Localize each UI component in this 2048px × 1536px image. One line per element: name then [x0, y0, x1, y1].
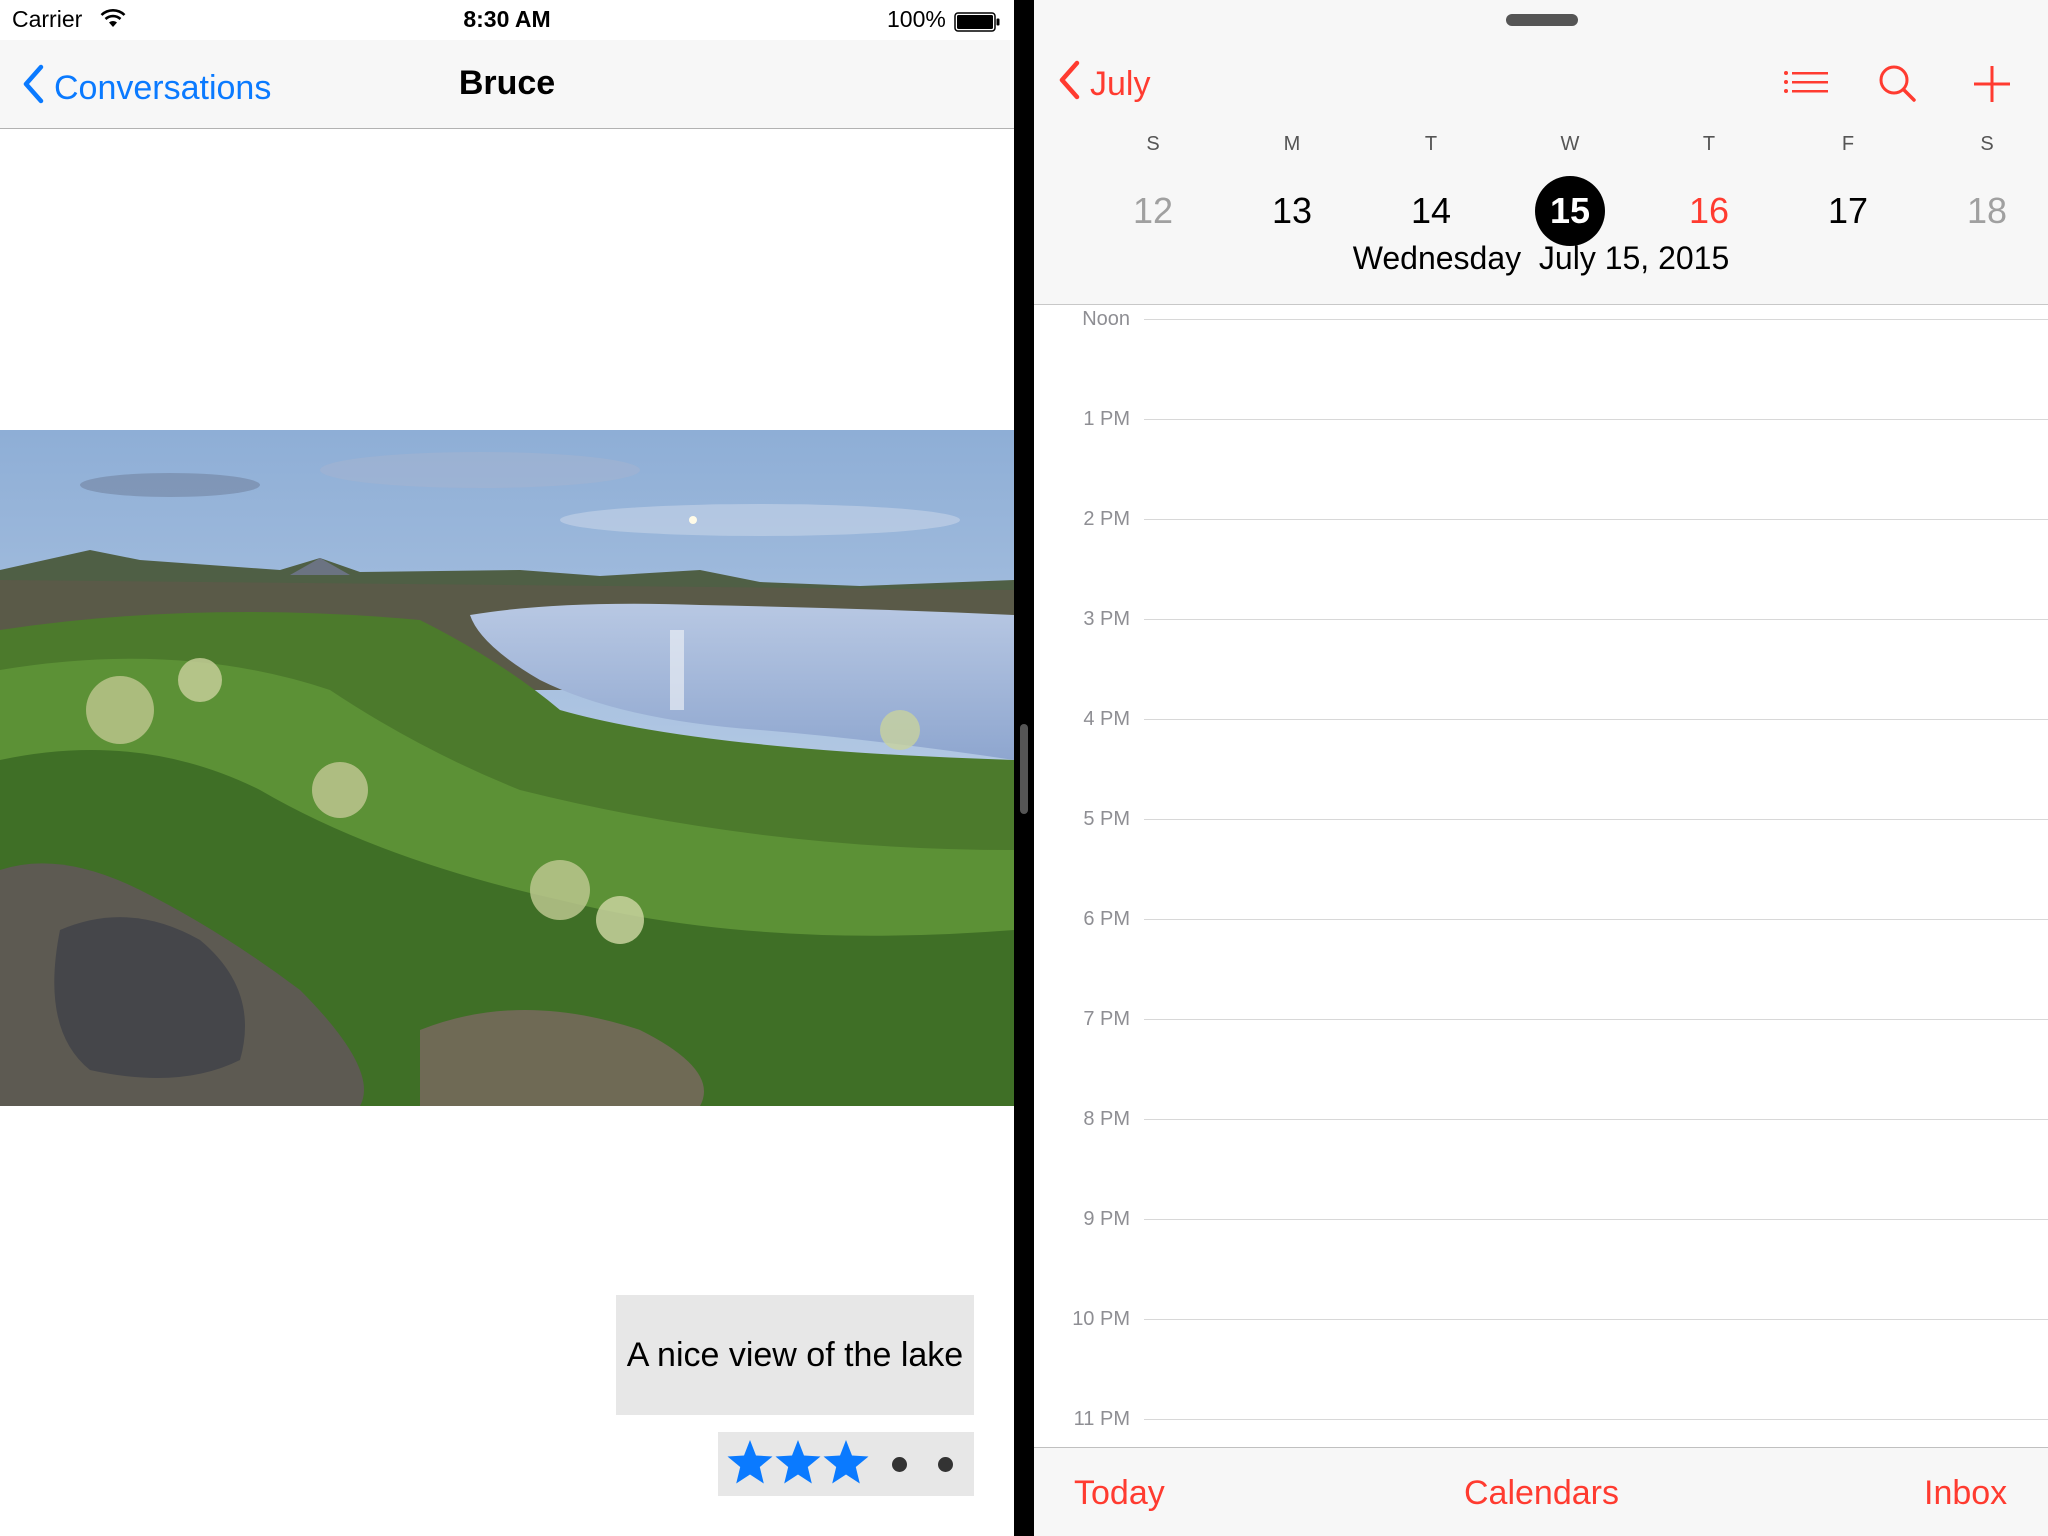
empty-rating-dot[interactable]: [938, 1456, 953, 1472]
day-18[interactable]: 18: [1952, 176, 2022, 246]
hour-label: 7 PM: [1083, 1008, 1130, 1030]
message-caption[interactable]: A nice view of the lake: [616, 1295, 974, 1415]
hour-row: 6 PM: [1034, 908, 2048, 930]
weekday-letter-wed: W: [1560, 133, 1580, 155]
hour-row: Noon: [1034, 308, 2048, 330]
hour-line: [1144, 1019, 2048, 1020]
hour-label: 2 PM: [1083, 508, 1130, 530]
list-icon[interactable]: [1780, 60, 1832, 108]
weekday-letter-sat: S: [1980, 133, 1994, 155]
hour-line: [1144, 1419, 2048, 1420]
plus-icon[interactable]: [1966, 60, 2018, 108]
back-button-month[interactable]: July: [1058, 60, 1150, 109]
empty-rating-dot[interactable]: [892, 1456, 907, 1472]
weekday-letter-tue: T: [1424, 133, 1438, 155]
status-bar: Carrier 8:30 AM 100%: [0, 0, 1014, 40]
hour-row: 3 PM: [1034, 608, 2048, 630]
hour-line: [1144, 519, 2048, 520]
hour-row: 2 PM: [1034, 508, 2048, 530]
day-timeline[interactable]: Noon 1 PM 2 PM 3 PM 4 PM 5 PM 6 PM 7 PM …: [1034, 305, 2048, 1447]
hour-label: 10 PM: [1072, 1308, 1130, 1330]
hour-label: 5 PM: [1083, 808, 1130, 830]
hour-line: [1144, 619, 2048, 620]
lake-photo[interactable]: [0, 430, 1014, 1106]
chevron-left-icon: [1058, 60, 1090, 109]
full-date-text: July 15, 2015: [1538, 240, 1730, 276]
today-button[interactable]: Today: [1074, 1474, 1165, 1513]
hour-label: 1 PM: [1083, 408, 1130, 430]
month-label: July: [1090, 65, 1151, 103]
day-17[interactable]: 17: [1813, 176, 1883, 246]
star-icon[interactable]: [774, 1438, 822, 1491]
conversation-title: Bruce: [458, 64, 556, 102]
calendar-app: July S M T W T F S 12 13 14 15 16 17 18 …: [1034, 0, 2048, 1536]
status-time: 8:30 AM: [463, 6, 551, 32]
star-icon[interactable]: [726, 1438, 774, 1491]
slide-over-grabber[interactable]: [1506, 14, 1578, 26]
navigation-bar: Conversations Bruce: [0, 40, 1014, 129]
hour-label: 4 PM: [1083, 708, 1130, 730]
weekday-letter-thu: T: [1702, 133, 1716, 155]
weekday-letter-fri: F: [1841, 133, 1855, 155]
hour-row: 7 PM: [1034, 1008, 2048, 1030]
hour-row: 11 PM: [1034, 1408, 2048, 1430]
split-view-divider[interactable]: [1014, 0, 1034, 1536]
hour-line: [1144, 719, 2048, 720]
hour-row: 10 PM: [1034, 1308, 2048, 1330]
calendar-tab-bar: Today Calendars Inbox: [1034, 1447, 2048, 1536]
hour-line: [1144, 1319, 2048, 1320]
messages-app: Carrier 8:30 AM 100% Conversations Bruce: [0, 0, 1014, 1536]
calendar-header: July S M T W T F S 12 13 14 15 16 17 18 …: [1034, 0, 2048, 305]
hour-label: 3 PM: [1083, 608, 1130, 630]
hour-line: [1144, 319, 2048, 320]
hour-label: 8 PM: [1083, 1108, 1130, 1130]
day-15-selected[interactable]: 15: [1535, 176, 1605, 246]
day-14[interactable]: 14: [1396, 176, 1466, 246]
weekday-letter-mon: M: [1283, 133, 1301, 155]
star-icon[interactable]: [822, 1438, 870, 1491]
weekday-letter-sun: S: [1146, 133, 1160, 155]
hour-line: [1144, 919, 2048, 920]
hour-line: [1144, 419, 2048, 420]
weekday-name: Wednesday: [1352, 240, 1522, 276]
hour-label: Noon: [1082, 308, 1130, 330]
hour-line: [1144, 819, 2048, 820]
hour-label: 9 PM: [1083, 1208, 1130, 1230]
battery-icon: [954, 11, 1000, 32]
selected-date-heading: Wednesday July 15, 2015: [1034, 240, 2048, 277]
hour-row: 5 PM: [1034, 808, 2048, 830]
day-16[interactable]: 16: [1674, 176, 1744, 246]
hour-label: 6 PM: [1083, 908, 1130, 930]
hour-line: [1144, 1219, 2048, 1220]
battery-percent: 100%: [887, 6, 946, 32]
hour-row: 8 PM: [1034, 1108, 2048, 1130]
hour-label: 11 PM: [1073, 1408, 1130, 1430]
star-rating[interactable]: [718, 1432, 974, 1496]
calendars-button[interactable]: Calendars: [1464, 1474, 1619, 1513]
day-12[interactable]: 12: [1118, 176, 1188, 246]
hour-row: 4 PM: [1034, 708, 2048, 730]
split-view-handle[interactable]: [1020, 724, 1028, 814]
hour-row: 1 PM: [1034, 408, 2048, 430]
day-13[interactable]: 13: [1257, 176, 1327, 246]
hour-line: [1144, 1119, 2048, 1120]
search-icon[interactable]: [1872, 60, 1924, 108]
inbox-button[interactable]: Inbox: [1924, 1474, 2007, 1513]
hour-row: 9 PM: [1034, 1208, 2048, 1230]
